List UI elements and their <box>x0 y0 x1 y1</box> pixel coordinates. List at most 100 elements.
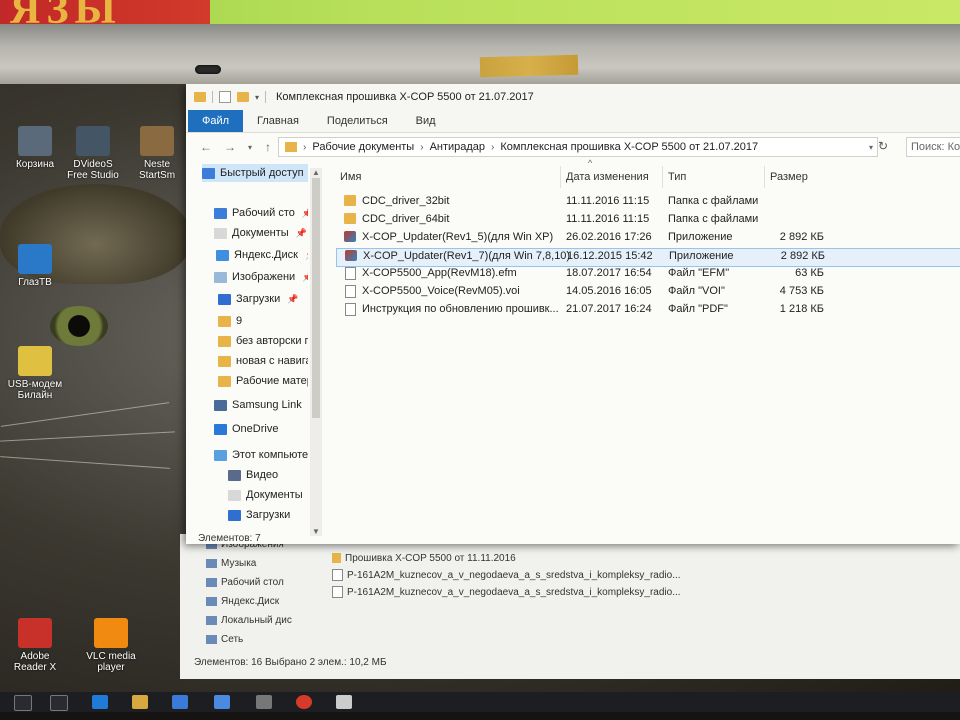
scroll-down-icon[interactable]: ▼ <box>312 527 320 536</box>
back-nav-item[interactable]: Сеть <box>206 634 243 645</box>
search-input[interactable]: Поиск: Комп <box>906 137 960 157</box>
pin-icon[interactable]: 📌 <box>287 294 298 305</box>
back-nav-item[interactable]: Рабочий стол <box>206 577 284 588</box>
desktop-icon[interactable]: ГлазТВ <box>0 244 70 288</box>
file-row[interactable]: CDC_driver_64bit 11.11.2016 11:15 Папка с … <box>336 212 960 229</box>
desktop-icon[interactable]: DVideoS Free Studio <box>58 126 128 181</box>
mail-icon[interactable] <box>336 695 352 709</box>
chevron-down-icon[interactable]: ▾ <box>869 143 873 152</box>
nav-item[interactable]: новая с навигац <box>218 352 308 370</box>
file-row[interactable]: Инструкция по обновлению прошивк... 21.07… <box>336 302 960 319</box>
folder-icon[interactable] <box>194 92 206 102</box>
file-row[interactable]: X-COP5500_App(RevM18).efm 18.07.2017 16:5… <box>336 266 960 283</box>
column-header[interactable]: Размер <box>770 166 808 188</box>
ribbon-tab[interactable]: Главная <box>243 110 313 132</box>
downloads-icon <box>228 509 241 521</box>
pin-icon[interactable]: 📌 <box>296 228 307 239</box>
file-explorer-icon[interactable] <box>132 695 148 709</box>
desktop-icon[interactable]: Adobe Reader X <box>0 618 70 673</box>
nav-item[interactable]: Документы 📌 <box>214 224 308 242</box>
file-row[interactable]: X-COP_Updater(Rev1_7)(для Win 7,8,10) 16.… <box>336 248 960 267</box>
forward-arrow-icon[interactable]: → <box>222 140 238 154</box>
nav-item[interactable]: Загрузки <box>228 506 308 524</box>
yandex-browser-icon[interactable] <box>296 695 312 709</box>
file-name: CDC_driver_32bit <box>362 195 450 207</box>
nav-item[interactable]: Изображени 📌 <box>214 268 308 286</box>
scroll-up-icon[interactable]: ▲ <box>312 168 320 177</box>
nav-scrollbar[interactable]: ▲ ▼ <box>310 168 322 536</box>
up-arrow-icon[interactable]: ↑ <box>260 140 276 154</box>
nav-label: Документы <box>232 227 289 239</box>
pin-icon[interactable]: 📌 <box>302 272 308 283</box>
chevron-right-icon[interactable]: › <box>491 142 494 153</box>
column-divider[interactable] <box>764 166 765 188</box>
store-icon[interactable] <box>172 695 188 709</box>
back-file-row[interactable]: Прошивка X-COP 5500 от 11.11.2016 <box>332 550 516 566</box>
folder-icon <box>206 578 217 587</box>
address-bar[interactable]: › Рабочие документы › Антирадар › Комплексная… <box>278 137 878 157</box>
chevron-right-icon[interactable]: › <box>420 142 423 153</box>
breadcrumb-item[interactable]: Комплексная прошивка X-COP 5500 от 21.07… <box>500 141 758 153</box>
desktop-icon[interactable]: Neste StartSm <box>122 126 192 181</box>
file-row[interactable]: CDC_driver_32bit 11.11.2016 11:15 Папка с … <box>336 194 960 211</box>
wallpaper-whisker <box>0 431 175 442</box>
task-view-icon[interactable] <box>50 695 68 711</box>
calculator-icon[interactable] <box>256 695 272 709</box>
desktop-icon[interactable]: VLC media player <box>76 618 146 673</box>
nav-label: новая с навигац <box>236 355 308 367</box>
back-file-row[interactable]: P-161A2M_kuznecov_a_v_negodaeva_a_s_sred… <box>332 567 681 583</box>
scrollbar-thumb[interactable] <box>312 178 320 418</box>
ribbon-tab[interactable]: Вид <box>402 110 450 132</box>
app-icon[interactable] <box>214 695 230 709</box>
new-folder-icon[interactable] <box>237 92 249 102</box>
breadcrumb-item[interactable]: Рабочие документы <box>312 141 414 153</box>
file-row[interactable]: X-COP5500_Voice(RevM05).voi 14.05.2016 16… <box>336 284 960 301</box>
chevron-down-icon[interactable]: ▾ <box>255 93 259 102</box>
breadcrumb-item[interactable]: Антирадар <box>430 141 485 153</box>
back-arrow-icon[interactable]: ← <box>198 140 214 154</box>
nav-label: Яндекс.Диск <box>234 249 298 261</box>
nav-item[interactable]: Документы <box>228 486 308 504</box>
chevron-down-icon[interactable]: ▾ <box>242 143 258 152</box>
nav-item[interactable]: 9 <box>218 312 308 330</box>
file-type: Приложение <box>669 250 734 262</box>
pin-icon[interactable]: 📌 <box>302 208 308 219</box>
nav-item[interactable]: Загрузки 📌 <box>218 290 308 308</box>
column-divider[interactable] <box>560 166 561 188</box>
nav-item[interactable]: OneDrive <box>214 420 308 438</box>
nav-label: Этот компьютер <box>232 449 308 461</box>
nav-quick-access[interactable]: Быстрый доступ <box>202 164 308 182</box>
back-nav-label: Сеть <box>221 634 244 645</box>
properties-icon[interactable] <box>219 91 231 103</box>
back-nav-item[interactable]: Локальный дис <box>206 615 292 626</box>
pin-icon[interactable]: 📌 <box>305 250 308 261</box>
back-file-row[interactable]: P-161A2M_kuznecov_a_v_negodaeva_a_s_sred… <box>332 584 681 600</box>
desktop-icon[interactable]: USB-модем Билайн <box>0 346 70 401</box>
column-divider[interactable] <box>662 166 663 188</box>
column-header[interactable]: Имя <box>340 166 361 188</box>
nav-item[interactable]: Этот компьютер <box>214 446 308 464</box>
nav-item[interactable]: Яндекс.Диск 📌 <box>216 246 308 264</box>
ribbon-tab[interactable]: Поделиться <box>313 110 402 132</box>
window-titlebar[interactable]: ▾ Комплексная прошивка X-COP 5500 от 21.… <box>186 84 960 110</box>
nav-item[interactable]: Рабочие матер <box>218 372 308 390</box>
column-header[interactable]: Тип <box>668 166 686 188</box>
desktop-icon-label: DVideoS Free Studio <box>67 159 119 181</box>
back-nav-item[interactable]: Яндекс.Диск <box>206 596 279 607</box>
toolbar-separator <box>212 91 213 103</box>
edge-icon[interactable] <box>92 695 108 709</box>
file-size: 2 892 КБ <box>779 231 824 243</box>
nav-item[interactable]: Samsung Link <box>214 396 308 414</box>
ribbon-tab[interactable]: Файл <box>188 110 244 132</box>
back-nav-item[interactable]: Музыка <box>206 558 256 569</box>
documents-icon <box>214 227 227 239</box>
refresh-icon[interactable]: ↻ <box>878 139 888 153</box>
nav-item[interactable]: Рабочий сто 📌 <box>214 204 308 222</box>
nav-item[interactable]: Видео <box>228 466 308 484</box>
search-icon[interactable] <box>14 695 32 711</box>
nav-item[interactable]: без авторски пр <box>218 332 308 350</box>
column-header[interactable]: Дата изменения <box>566 166 649 188</box>
file-row[interactable]: X-COP_Updater(Rev1_5)(для Win XP) 26.02.2… <box>336 230 960 247</box>
samsung-link-icon <box>214 399 227 411</box>
chevron-right-icon[interactable]: › <box>303 142 306 153</box>
